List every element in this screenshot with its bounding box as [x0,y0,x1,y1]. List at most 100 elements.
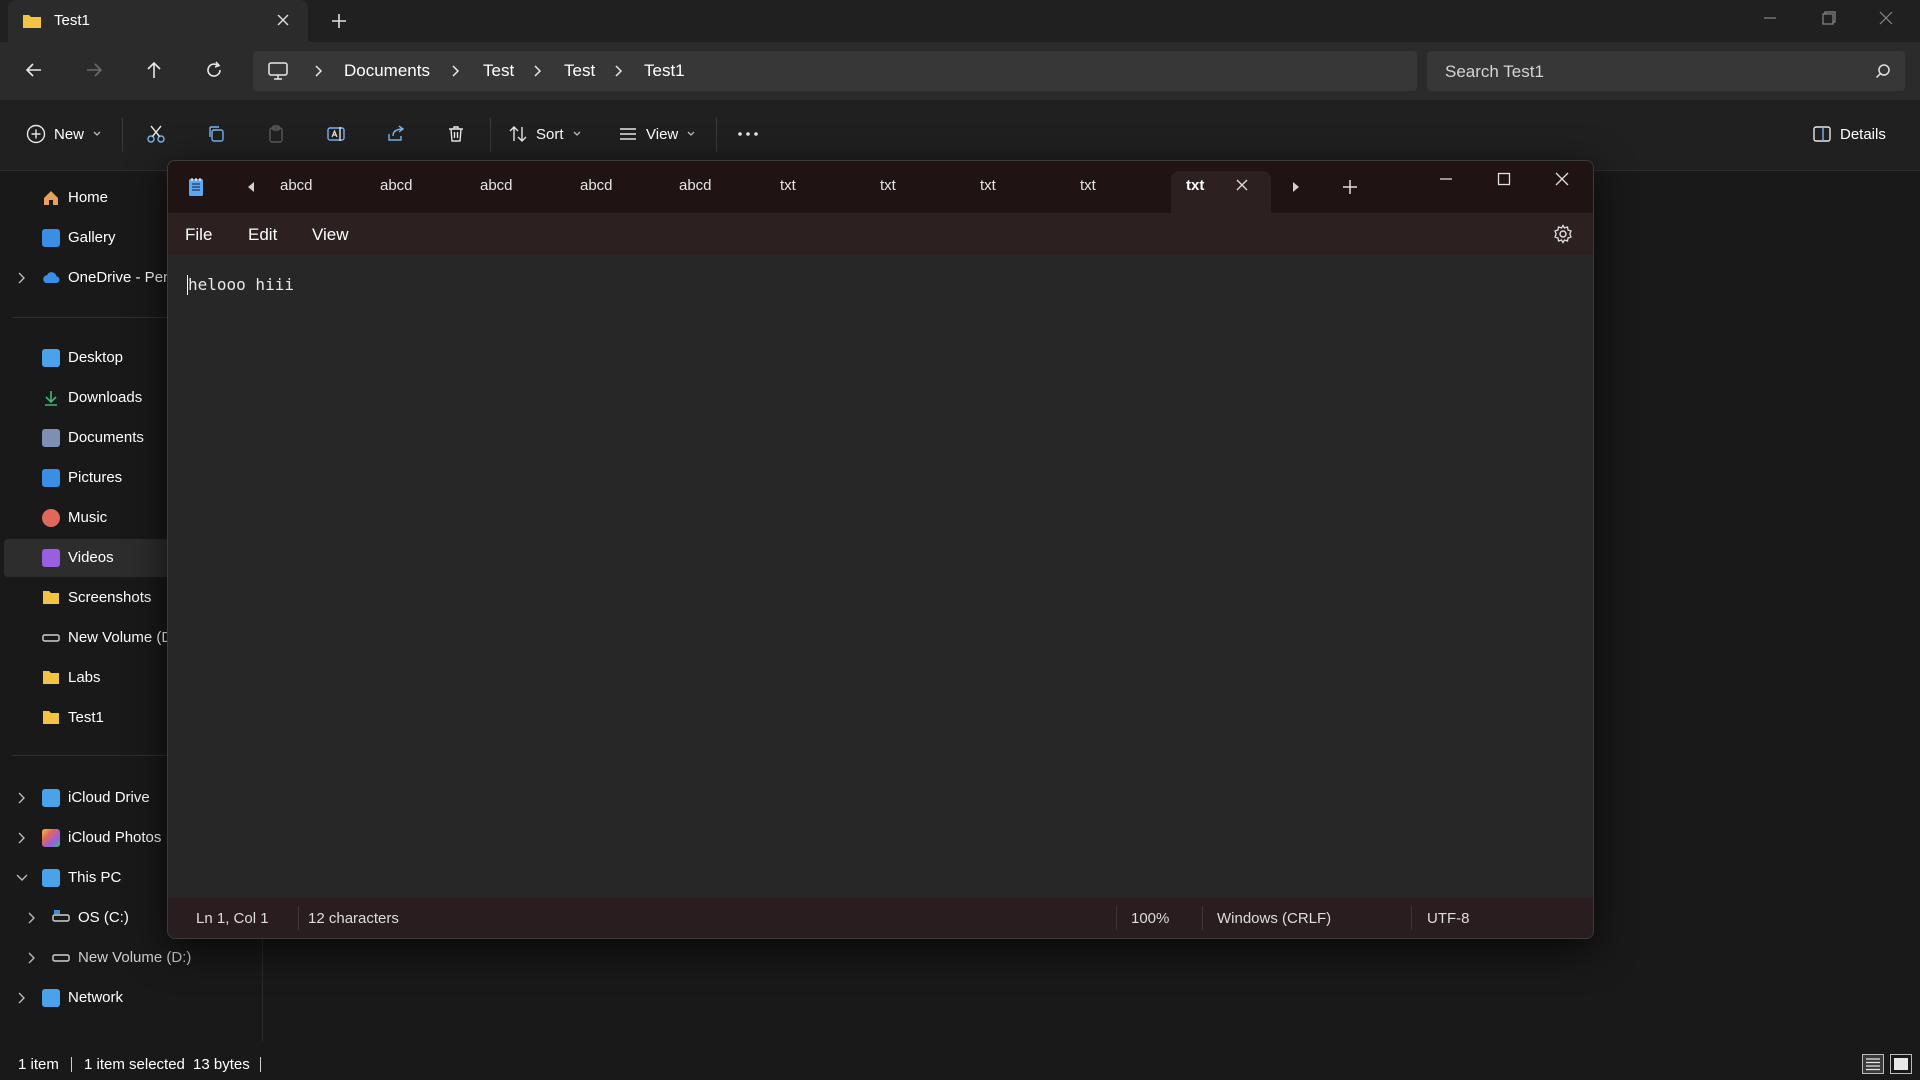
chevron-right-icon[interactable] [16,992,26,1004]
new-button[interactable]: New [26,124,102,144]
sort-label: Sort [536,125,564,143]
chevron-right-icon[interactable] [16,272,26,284]
details-view-icon[interactable] [1862,1054,1884,1074]
selection-size: 13 bytes [193,1056,250,1073]
forward-arrow-icon[interactable] [84,60,104,80]
close-icon[interactable] [1554,171,1570,187]
nav-label: iCloud Drive [68,789,150,806]
copy-button[interactable] [206,124,226,144]
search-box[interactable]: Search Test1 [1427,51,1905,91]
close-window-button[interactable] [1866,8,1906,28]
chevron-right-icon[interactable] [16,832,26,844]
notepad-tab[interactable]: abcd [679,177,712,194]
chevron-right-icon[interactable] [450,65,460,77]
notepad-tab[interactable]: abcd [480,177,513,194]
gallery-icon [42,229,60,247]
chevron-right-icon[interactable] [16,792,26,804]
cloud-icon [42,269,60,287]
restore-button[interactable] [1808,8,1848,28]
pictures-icon [42,469,60,487]
nav-item-new-volume-d-expanded[interactable]: New Volume (D:) [4,939,256,977]
notepad-tab[interactable]: txt [1080,177,1096,194]
address-bar[interactable]: Documents Test Test Test1 [253,51,1417,91]
more-options-button[interactable] [736,124,760,144]
chevron-right-icon[interactable] [313,65,323,77]
menu-view[interactable]: View [312,225,349,245]
up-arrow-icon[interactable] [144,60,164,80]
editor-content[interactable]: helooo hiii [188,275,294,294]
explorer-tab[interactable]: Test1 [8,0,308,42]
text-editor[interactable]: helooo hiii [168,255,1593,898]
breadcrumb-documents[interactable]: Documents [344,61,430,81]
share-icon [388,125,405,141]
scroll-tabs-left-icon[interactable] [246,181,256,193]
notepad-tab[interactable]: txt [780,177,796,194]
notepad-tab[interactable]: abcd [580,177,613,194]
address-row: Documents Test Test Test1 Search Test1 [0,42,1920,100]
network-icon [42,989,60,1007]
view-button[interactable]: View [618,124,696,144]
drive-icon [52,949,70,967]
folder-icon [42,589,60,607]
nav-item-network[interactable]: Network [4,979,256,1017]
chevron-right-icon[interactable] [532,65,542,77]
add-tab-icon[interactable] [1342,179,1358,195]
breadcrumb-test1[interactable]: Test1 [644,61,685,81]
zoom-level[interactable]: 100% [1131,910,1169,927]
minimize-button[interactable] [1750,8,1790,28]
notepad-tab[interactable]: abcd [380,177,413,194]
view-list-icon [620,128,636,140]
breadcrumb-test-2[interactable]: Test [564,61,595,81]
documents-icon [42,429,60,447]
chevron-right-icon[interactable] [26,952,36,964]
cut-button[interactable] [146,124,166,144]
details-button[interactable]: Details [1812,124,1886,144]
chevron-down-icon [687,131,695,136]
sort-icon [509,126,527,142]
line-ending[interactable]: Windows (CRLF) [1217,910,1331,927]
notepad-tab[interactable]: abcd [280,177,313,194]
menu-file[interactable]: File [185,225,212,245]
rename-button[interactable] [326,124,346,144]
drive-icon [42,629,60,647]
nav-label: Gallery [68,229,116,246]
chevron-right-icon[interactable] [613,65,623,77]
paste-button[interactable] [266,124,286,144]
download-icon [42,389,60,407]
selection-count: 1 item selected [84,1056,185,1073]
breadcrumb-test[interactable]: Test [483,61,514,81]
notepad-tab[interactable]: txt [880,177,896,194]
close-tab-icon[interactable] [1236,179,1248,191]
menu-edit[interactable]: Edit [248,225,277,245]
share-button[interactable] [386,124,406,144]
sort-button[interactable]: Sort [508,124,582,144]
encoding[interactable]: UTF-8 [1427,910,1470,927]
details-label: Details [1840,125,1886,143]
new-label: New [54,125,85,143]
rename-icon [327,127,345,141]
status-divider [298,906,299,930]
nav-label: Network [68,989,124,1006]
chevron-right-icon[interactable] [26,912,36,924]
refresh-icon[interactable] [204,60,224,80]
notepad-tab-active[interactable]: txt [1171,171,1271,213]
back-arrow-icon[interactable] [24,60,44,80]
chevron-down-icon[interactable] [16,872,28,882]
status-divider [1411,906,1412,930]
delete-button[interactable] [446,124,466,144]
search-icon[interactable] [1875,63,1891,79]
minimize-icon[interactable] [1438,171,1454,187]
notepad-tab[interactable]: txt [980,177,996,194]
more-icon [738,132,758,136]
plus-circle-icon [26,124,46,144]
nav-label: New Volume (D:) [78,949,192,966]
maximize-icon[interactable] [1496,171,1512,187]
settings-gear-icon[interactable] [1553,224,1573,244]
large-icons-view-icon[interactable] [1890,1054,1912,1074]
close-tab-icon[interactable] [276,13,290,27]
copy-icon [209,126,224,142]
notepad-window: abcd abcd abcd abcd abcd txt txt txt txt… [167,160,1594,939]
nav-label: OS (C:) [78,909,129,926]
scroll-tabs-right-icon[interactable] [1291,181,1301,193]
new-tab-button[interactable] [330,12,348,30]
